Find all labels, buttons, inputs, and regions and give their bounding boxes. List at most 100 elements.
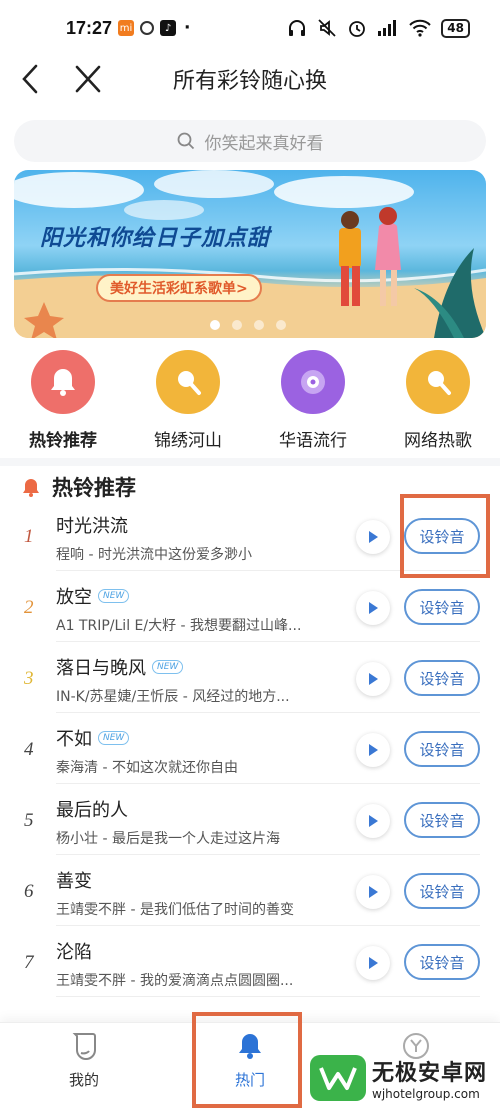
play-icon [369, 673, 378, 685]
song-title-wrap: 善变 [56, 867, 92, 893]
song-title: 最后的人 [56, 800, 128, 821]
play-button[interactable] [356, 946, 390, 980]
row-separator [56, 996, 480, 997]
category-scenery[interactable]: 锦绣河山 [133, 350, 243, 451]
tiktok-icon: ♪ [160, 20, 177, 36]
song-rank: 2 [24, 597, 34, 618]
set-ringtone-button[interactable]: 设铃音 [404, 873, 480, 909]
set-ringtone-button[interactable]: 设铃音 [404, 731, 480, 767]
song-title-wrap: 不如 NEW [56, 725, 130, 751]
song-rank: 1 [24, 526, 34, 547]
category-label: 网络热歌 [404, 431, 472, 451]
banner-art [14, 170, 486, 338]
banner-dot [254, 320, 264, 330]
set-ringtone-button[interactable]: 设铃音 [404, 802, 480, 838]
song-row[interactable]: 3 落日与晚风 NEW IN-K/苏星婕/王忻辰 - 风经过的地方... 设铃音 [0, 642, 500, 713]
category-label: 锦绣河山 [154, 431, 222, 451]
song-row[interactable]: 4 不如 NEW 秦海清 - 不如这次就还你自由 设铃音 [0, 713, 500, 784]
play-icon [369, 602, 378, 614]
mute-icon [318, 19, 336, 37]
category-label: 华语流行 [279, 431, 347, 451]
alarm-icon [349, 21, 366, 37]
new-badge: NEW [98, 731, 130, 745]
sync-icon [140, 21, 155, 35]
song-row[interactable]: 5 最后的人 杨小壮 - 最后是我一个人走过这片海 设铃音 [0, 784, 500, 855]
search-placeholder: 你笑起来真好看 [204, 133, 324, 154]
song-title-wrap: 放空 NEW [56, 583, 130, 609]
song-title-wrap: 落日与晚风 NEW [56, 654, 184, 680]
section-header: 热铃推荐 [20, 472, 136, 502]
banner-title: 阳光和你给日子加点甜 [40, 225, 271, 251]
song-row[interactable]: 7 沦陷 王靖雯不胖 - 我的爱滴滴点点圆圆圈... 设铃音 [0, 926, 500, 997]
song-row[interactable]: 6 善变 王靖雯不胖 - 是我们低估了时间的善变 设铃音 [0, 855, 500, 926]
play-button[interactable] [356, 733, 390, 767]
play-button[interactable] [356, 875, 390, 909]
song-subtitle: 杨小壮 - 最后是我一个人走过这片海 [56, 831, 280, 847]
song-subtitle: 程响 - 时光洪流中这份爱多渺小 [56, 547, 252, 563]
song-title: 放空 [56, 587, 92, 608]
category-circle [156, 350, 220, 414]
signal-icon [378, 20, 397, 36]
search-bar[interactable]: 你笑起来真好看 [14, 120, 486, 162]
banner-pagination [210, 320, 286, 330]
song-subtitle: 王靖雯不胖 - 我的爱滴滴点点圆圆圈... [56, 973, 294, 989]
category-row: 热铃推荐 锦绣河山 华语流行 网络热歌 [0, 350, 500, 451]
set-ringtone-button[interactable]: 设铃音 [404, 944, 480, 980]
bell-icon [23, 479, 39, 497]
song-title: 时光洪流 [56, 516, 128, 537]
search-icon [177, 132, 194, 150]
category-hot-recommend[interactable]: 热铃推荐 [8, 350, 118, 451]
song-title-wrap: 最后的人 [56, 796, 128, 822]
play-button[interactable] [356, 662, 390, 696]
song-subtitle: IN-K/苏星婕/王忻辰 - 风经过的地方... [56, 689, 290, 705]
tutorial-highlight-hot-tab [192, 1012, 302, 1108]
banner-dot [276, 320, 286, 330]
category-chinese-pop[interactable]: 华语流行 [258, 350, 368, 451]
song-row[interactable]: 2 放空 NEW A1 TRIP/Lil E/大籽 - 我想要翻过山峰... 设铃… [0, 571, 500, 642]
profile-icon [72, 1033, 96, 1060]
status-time: 17:27 [66, 17, 113, 38]
banner-subtitle[interactable]: 美好生活彩虹系歌单> [96, 274, 262, 302]
play-icon [369, 957, 378, 969]
set-ringtone-button[interactable]: 设铃音 [404, 660, 480, 696]
nav-label: 我的 [68, 1071, 99, 1089]
promo-banner[interactable]: 阳光和你给日子加点甜 美好生活彩虹系歌单> [14, 170, 486, 338]
play-icon [369, 744, 378, 756]
song-rank: 6 [24, 881, 34, 902]
set-ringtone-button[interactable]: 设铃音 [404, 589, 480, 625]
play-button[interactable] [356, 520, 390, 554]
song-rank: 5 [24, 810, 34, 831]
watermark-url: wjhotelgroup.com [372, 1087, 480, 1101]
microphone-icon [178, 371, 201, 395]
status-bar: 17:27 mi ♪ · 48 [0, 0, 500, 56]
play-button[interactable] [356, 804, 390, 838]
category-web-hits[interactable]: 网络热歌 [383, 350, 493, 451]
watermark-title: 无极安卓网 [372, 1061, 488, 1086]
wifi-icon [409, 19, 432, 37]
tutorial-highlight-set-button [400, 494, 490, 578]
page-title: 所有彩铃随心换 [172, 69, 327, 94]
notification-dot-icon: · [184, 18, 191, 38]
play-icon [369, 531, 378, 543]
banner-dot [210, 320, 220, 330]
song-rank: 3 [24, 668, 34, 689]
status-icons: 48 [287, 18, 470, 38]
headphones-icon [289, 20, 306, 36]
speaker-icon [301, 370, 325, 394]
song-title: 沦陷 [56, 942, 92, 963]
battery-indicator: 48 [441, 18, 470, 38]
play-button[interactable] [356, 591, 390, 625]
section-divider [0, 458, 500, 466]
nav-item-mine[interactable]: 我的 [24, 1031, 144, 1090]
song-subtitle: A1 TRIP/Lil E/大籽 - 我想要翻过山峰... [56, 618, 302, 634]
new-badge: NEW [152, 660, 184, 674]
section-title: 热铃推荐 [52, 476, 136, 500]
song-subtitle: 王靖雯不胖 - 是我们低估了时间的善变 [56, 902, 294, 918]
song-title-wrap: 时光洪流 [56, 512, 128, 538]
category-circle [31, 350, 95, 414]
song-title-wrap: 沦陷 [56, 938, 92, 964]
song-title: 不如 [56, 729, 92, 750]
category-circle [406, 350, 470, 414]
play-icon [369, 815, 378, 827]
song-rank: 7 [24, 952, 34, 973]
